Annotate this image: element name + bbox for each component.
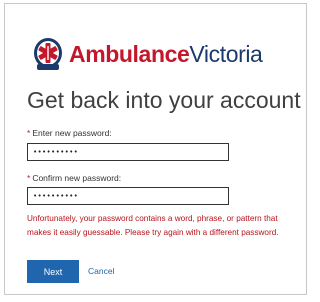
- confirm-password-field[interactable]: ••••••••••: [27, 187, 229, 205]
- cancel-link[interactable]: Cancel: [88, 266, 114, 276]
- error-message: Unfortunately, your password contains a …: [27, 214, 279, 237]
- brand-wordmark: AmbulanceVictoria: [69, 40, 263, 68]
- brand-logo: AmbulanceVictoria: [33, 34, 263, 74]
- new-password-field[interactable]: ••••••••••: [27, 143, 229, 161]
- brand-name-ambulance: Ambulance: [69, 40, 190, 67]
- confirm-password-label: * Confirm new password:: [27, 173, 121, 183]
- page-title: Get back into your account: [27, 87, 301, 113]
- required-marker: *: [27, 128, 31, 138]
- login-card: AmbulanceVictoria Get back into your acc…: [4, 3, 307, 295]
- ambulance-star-of-life-icon: [34, 38, 62, 70]
- required-marker: *: [27, 173, 31, 183]
- confirm-password-label-text: Confirm new password:: [32, 173, 122, 183]
- new-password-label-text: Enter new password:: [32, 128, 112, 138]
- brand-name-victoria: Victoria: [189, 40, 263, 67]
- new-password-label: * Enter new password:: [27, 128, 112, 138]
- next-button[interactable]: Next: [27, 260, 79, 283]
